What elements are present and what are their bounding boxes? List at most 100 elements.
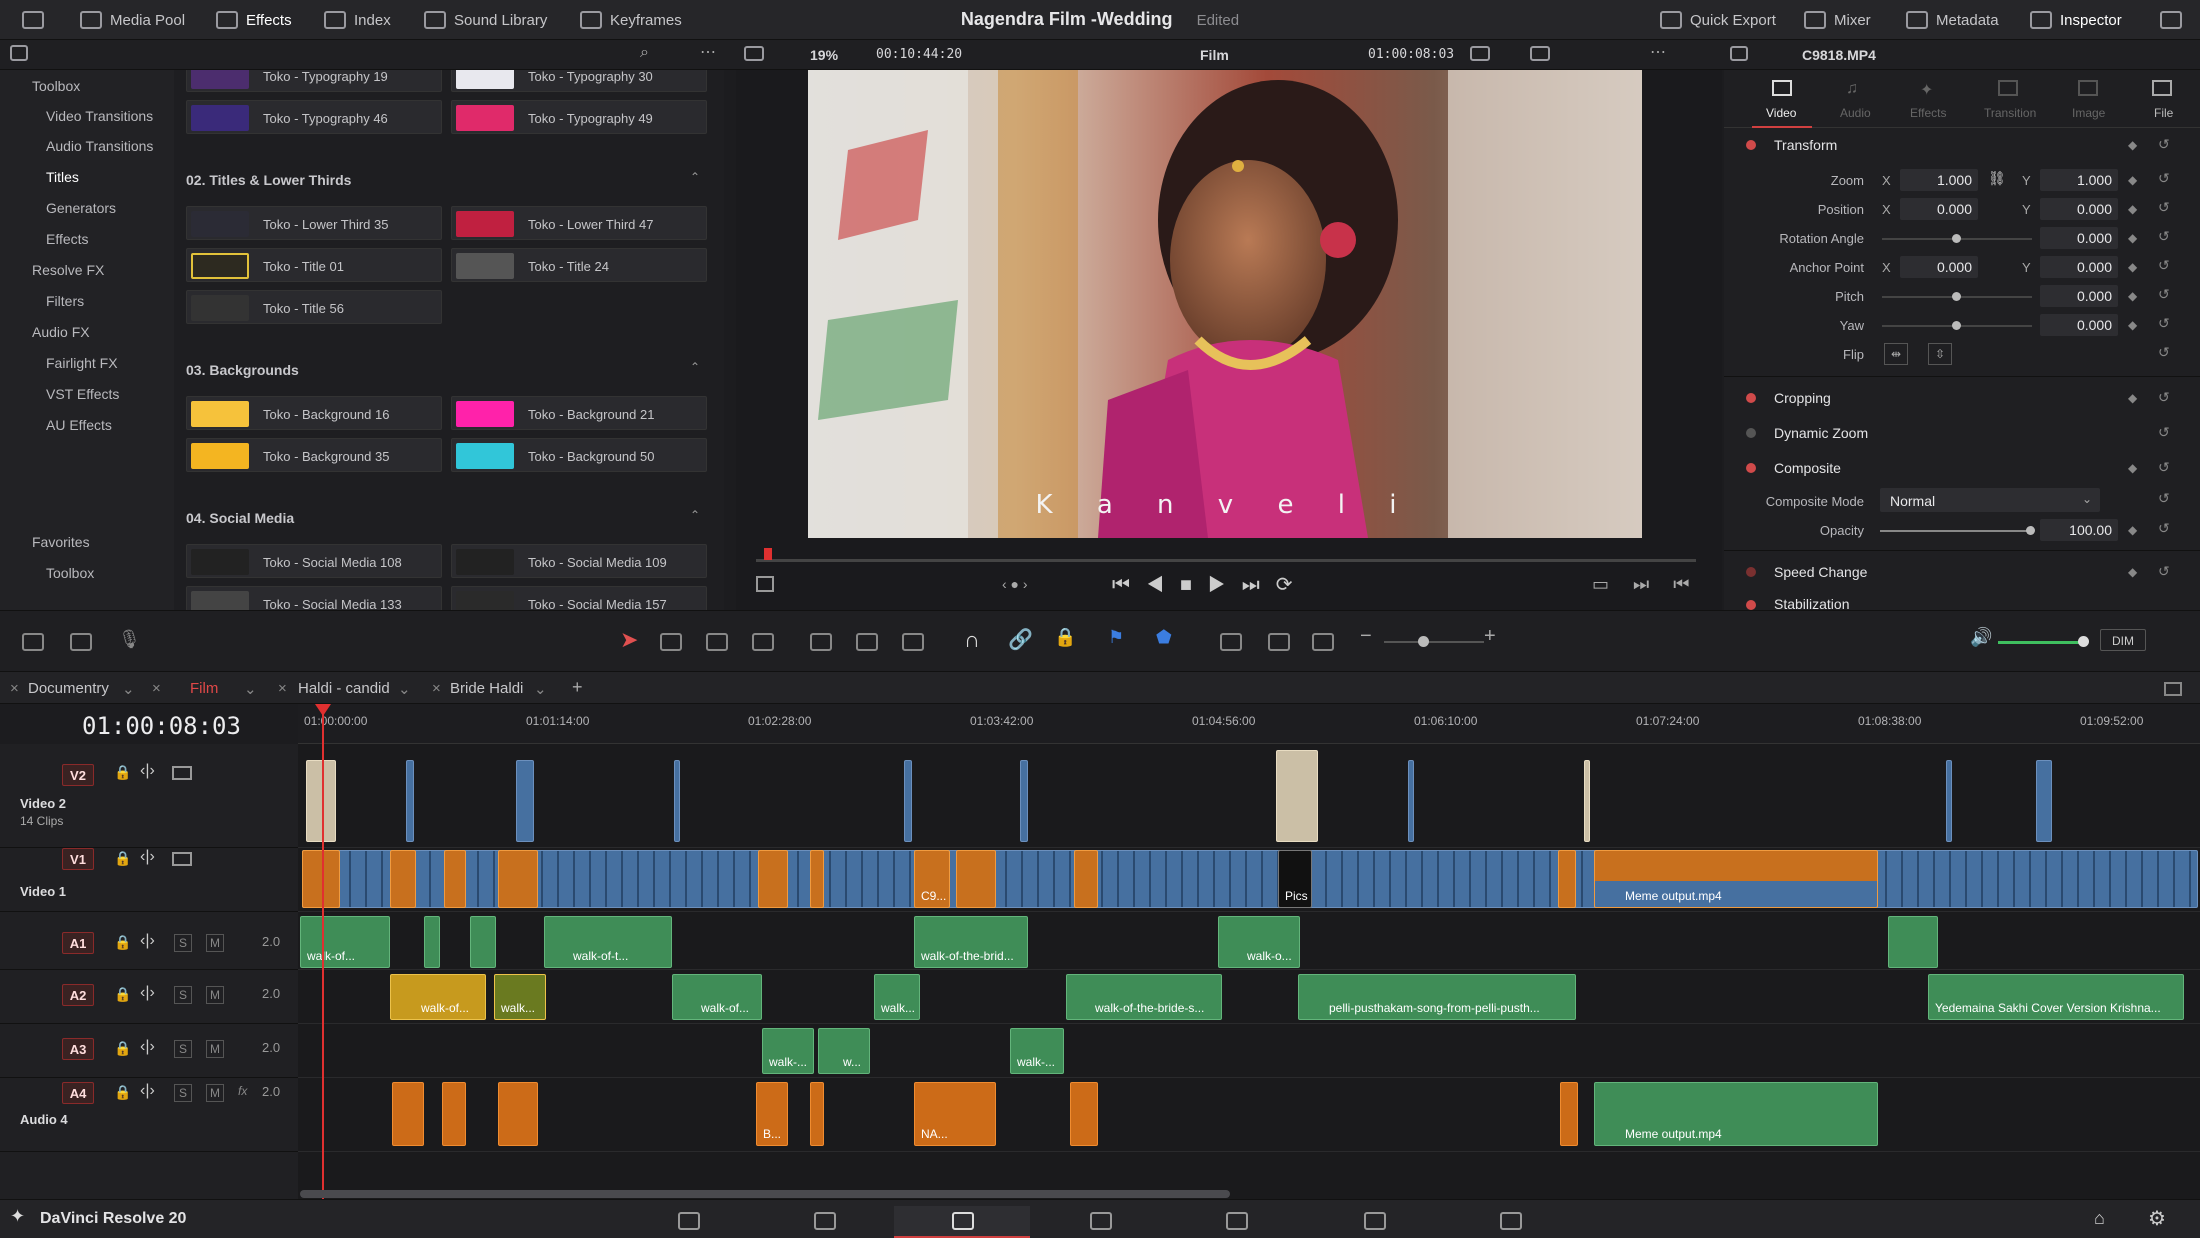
play-icon[interactable]: ▶ <box>1208 574 1242 596</box>
stop-icon[interactable]: ■ <box>1180 574 1208 596</box>
overlay-icon[interactable] <box>1530 46 1550 61</box>
tab-film[interactable]: Film <box>190 680 218 697</box>
close-tab-icon[interactable]: × <box>278 680 287 697</box>
fx-icon[interactable]: fx <box>238 1084 247 1098</box>
transform-enable-toggle[interactable] <box>1746 140 1756 150</box>
timeline-clip[interactable] <box>1074 850 1098 908</box>
tree-titles[interactable]: Titles <box>46 169 79 185</box>
timeline-clip[interactable] <box>2036 760 2052 842</box>
close-tab-icon[interactable]: × <box>10 680 19 697</box>
track-visibility-icon[interactable] <box>172 766 192 780</box>
effect-tile[interactable]: Toko - Typography 19 <box>186 70 442 92</box>
viewer-zoom[interactable]: 19% <box>810 47 838 63</box>
mute-button[interactable]: M <box>206 934 224 952</box>
zoom-full-icon[interactable] <box>1220 633 1242 651</box>
audio-meter-icon[interactable] <box>70 633 92 651</box>
yaw-slider-knob[interactable] <box>1952 321 1961 330</box>
audio-clip[interactable]: walk-of... <box>390 974 486 1020</box>
keyframe-diamond-icon[interactable]: ◆ <box>2128 289 2137 303</box>
mute-button[interactable]: M <box>206 986 224 1004</box>
chevron-down-icon[interactable]: ⌄ <box>398 680 411 698</box>
audio-clip[interactable]: walk-of... <box>672 974 762 1020</box>
reset-icon[interactable]: ↺ <box>2158 315 2170 332</box>
reset-icon[interactable]: ↺ <box>2158 257 2170 274</box>
opacity-slider[interactable] <box>1880 530 2030 532</box>
flag-icon[interactable]: ⚑ <box>1108 627 1124 648</box>
mute-button[interactable]: M <box>206 1084 224 1102</box>
master-volume-knob[interactable] <box>2078 636 2089 647</box>
effect-tile[interactable]: Toko - Typography 49 <box>451 100 707 134</box>
tree-video-transitions[interactable]: Video Transitions <box>46 108 153 124</box>
more-options-icon[interactable]: ⋯ <box>700 42 716 62</box>
keyframe-diamond-icon[interactable]: ◆ <box>2128 231 2137 245</box>
timeline-clip[interactable] <box>390 850 416 908</box>
solo-button[interactable]: S <box>174 934 193 952</box>
lock-icon[interactable]: 🔒 <box>1054 627 1076 648</box>
timeline-clip[interactable] <box>302 850 340 908</box>
dim-button[interactable]: DIM <box>2100 629 2146 651</box>
tab-file[interactable]: File <box>2132 70 2192 128</box>
flip-vertical-icon[interactable]: ⇳ <box>1928 343 1952 365</box>
track-visibility-icon[interactable] <box>172 852 192 866</box>
audio-clip[interactable]: walk-o... <box>1218 916 1300 968</box>
tree-audio-fx[interactable]: Audio FX <box>32 324 90 340</box>
tree-resolve-fx[interactable]: Resolve FX <box>32 262 104 278</box>
effect-tile[interactable]: Toko - Title 56 <box>186 290 442 324</box>
tree-au-effects[interactable]: AU Effects <box>46 417 112 433</box>
keyframe-diamond-icon[interactable]: ◆ <box>2128 173 2137 187</box>
composite-section-title[interactable]: Composite <box>1774 460 1841 476</box>
effect-tile[interactable]: Toko - Background 16 <box>186 396 442 430</box>
auto-select-icon[interactable]: ‹|› <box>140 932 155 950</box>
reset-icon[interactable]: ↺ <box>2158 199 2170 216</box>
auto-select-icon[interactable]: ‹|› <box>140 1038 155 1056</box>
audio-clip[interactable]: w... <box>818 1028 870 1074</box>
timeline-clip[interactable] <box>516 760 534 842</box>
timeline-clip[interactable] <box>406 760 414 842</box>
audio-clip[interactable]: walk-of-the-brid... <box>914 916 1028 968</box>
viewer-options-icon[interactable] <box>1470 46 1490 61</box>
pitch-field[interactable]: 0.000 <box>2040 285 2118 307</box>
pitch-slider-knob[interactable] <box>1952 292 1961 301</box>
tree-effects[interactable]: Effects <box>46 231 89 247</box>
timeline-clip[interactable] <box>758 850 788 908</box>
lock-icon[interactable]: 🔒 <box>114 1040 131 1057</box>
audio-clip[interactable]: walk... <box>494 974 546 1020</box>
lock-icon[interactable]: 🔒 <box>114 764 131 781</box>
auto-select-icon[interactable]: ‹|› <box>140 984 155 1002</box>
rotation-slider-knob[interactable] <box>1952 234 1961 243</box>
solo-button[interactable]: S <box>174 986 193 1004</box>
opacity-field[interactable]: 100.00 <box>2040 519 2118 541</box>
collapse-chevron-icon[interactable]: ⌃ <box>690 170 700 184</box>
page-media[interactable] <box>620 1206 756 1238</box>
timeline-clip[interactable] <box>1276 750 1318 842</box>
audio-clip[interactable]: NA... <box>914 1082 996 1146</box>
lock-icon[interactable]: 🔒 <box>114 986 131 1003</box>
keyframe-diamond-icon[interactable]: ◆ <box>2128 260 2137 274</box>
tree-filters[interactable]: Filters <box>46 293 84 309</box>
audio-clip[interactable]: walk-of... <box>300 916 390 968</box>
timeline-clip[interactable] <box>1946 760 1952 842</box>
keyframe-diamond-icon[interactable]: ◆ <box>2128 202 2137 216</box>
effect-tile[interactable]: Toko - Social Media 133 <box>186 586 442 610</box>
dynamic-zoom-enable-toggle[interactable] <box>1746 428 1756 438</box>
snapping-icon[interactable]: ∩ <box>964 627 980 653</box>
timeline-selector[interactable]: Film <box>1200 47 1229 63</box>
timeline-clip[interactable] <box>904 760 912 842</box>
keyframe-diamond-icon[interactable]: ◆ <box>2128 461 2137 475</box>
speed-change-enable-toggle[interactable] <box>1746 567 1756 577</box>
audio-clip[interactable] <box>1888 916 1938 968</box>
tree-vst-effects[interactable]: VST Effects <box>46 386 119 402</box>
composite-mode-dropdown[interactable]: Normal ⌄ <box>1880 488 2100 512</box>
audio-clip[interactable] <box>470 916 496 968</box>
page-deliver[interactable] <box>1442 1206 1578 1238</box>
zoom-x-field[interactable]: 1.000 <box>1900 169 1978 191</box>
timeline-clip[interactable]: C9... <box>914 850 950 908</box>
timeline-clip[interactable] <box>674 760 680 842</box>
v1-clip-strip[interactable] <box>302 850 2198 908</box>
tree-favorites-toolbox[interactable]: Toolbox <box>46 565 94 581</box>
cropping-section-title[interactable]: Cropping <box>1774 390 1831 406</box>
mute-button[interactable]: M <box>206 1040 224 1058</box>
insert-clip-icon[interactable] <box>810 633 832 651</box>
page-edit[interactable] <box>894 1206 1030 1238</box>
go-to-start-icon[interactable]: ⏮ <box>1112 574 1146 596</box>
